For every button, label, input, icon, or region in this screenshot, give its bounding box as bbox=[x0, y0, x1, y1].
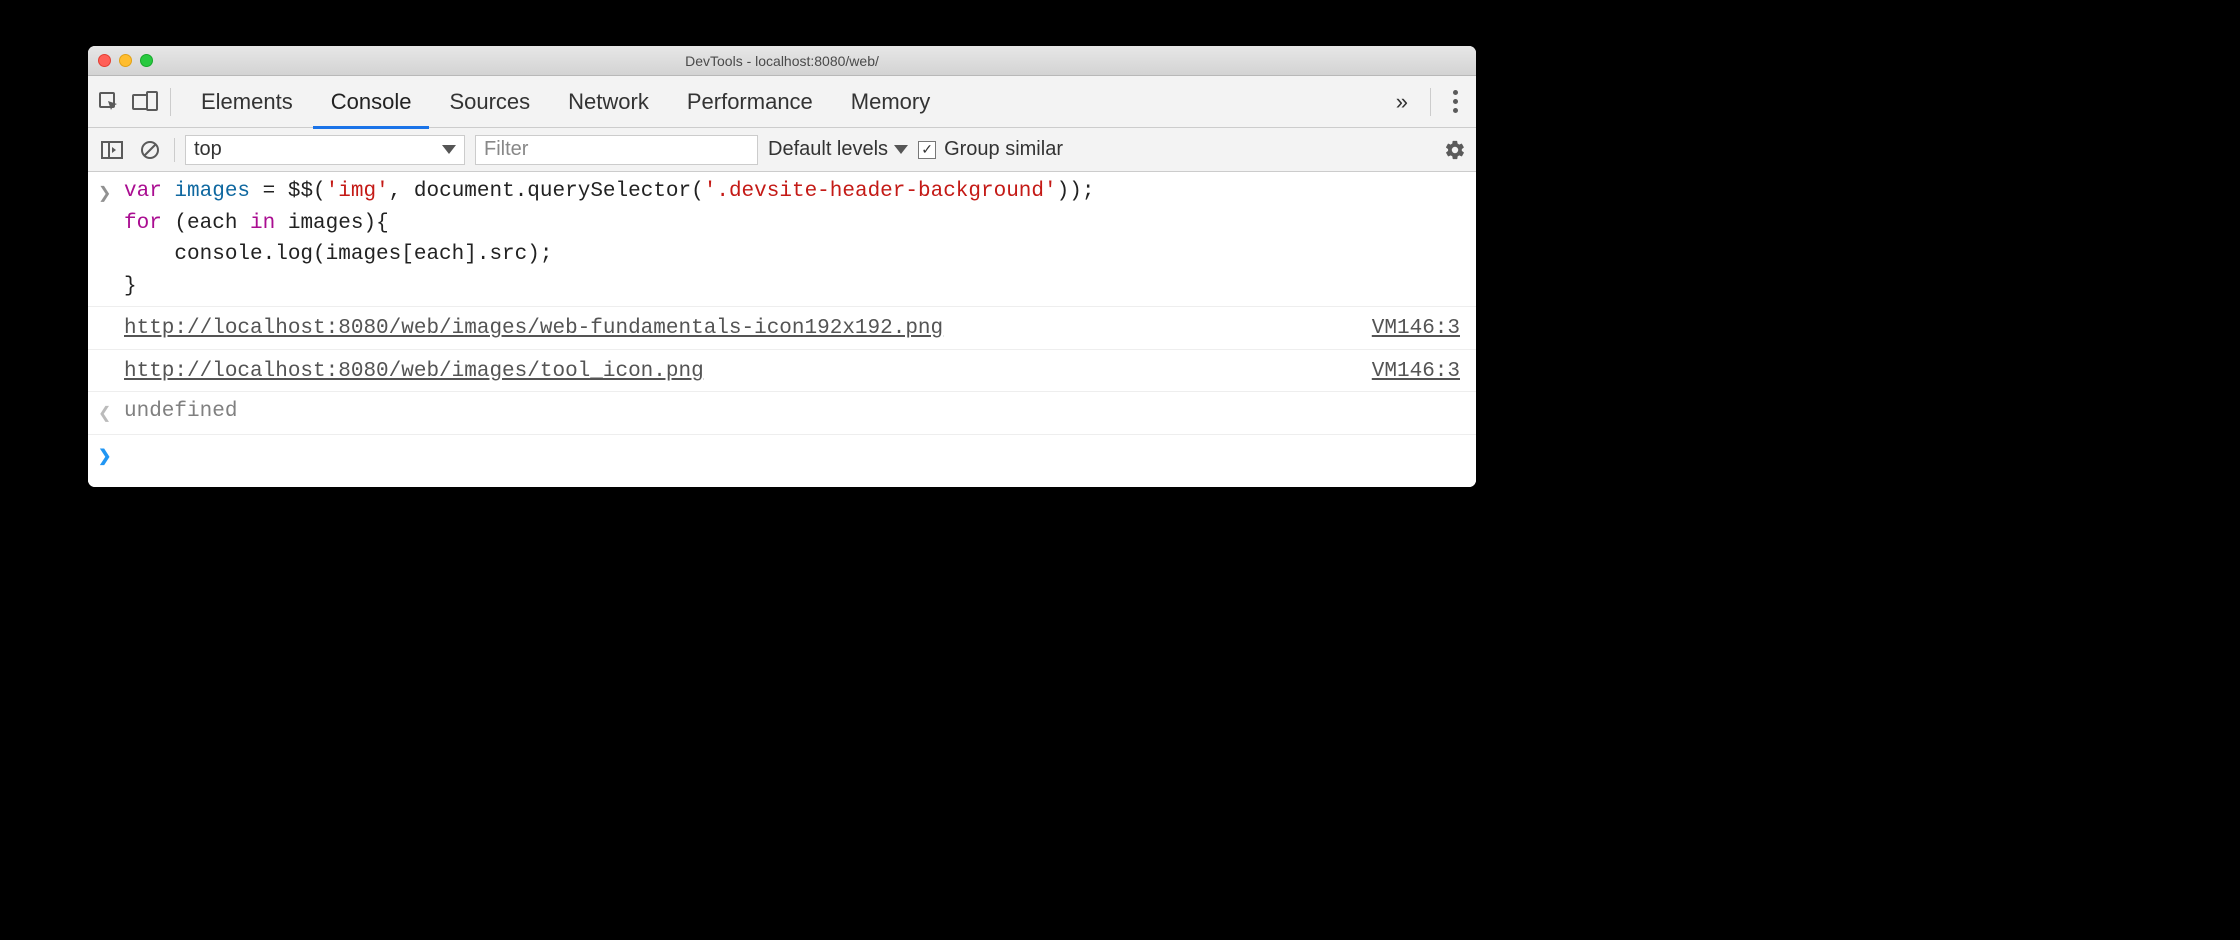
log-levels-select[interactable]: Default levels bbox=[768, 138, 908, 161]
code-token: } bbox=[124, 275, 137, 298]
checkbox-checked-icon: ✓ bbox=[918, 141, 936, 159]
code-token: = $$( bbox=[250, 180, 326, 203]
code-token: (each bbox=[162, 212, 250, 235]
code-token: images){ bbox=[275, 212, 388, 235]
code-token: for bbox=[124, 212, 162, 235]
tab-label: Sources bbox=[449, 89, 530, 115]
tab-elements[interactable]: Elements bbox=[183, 76, 311, 128]
logged-url-link[interactable]: http://localhost:8080/web/images/web-fun… bbox=[124, 313, 943, 345]
tab-network[interactable]: Network bbox=[550, 76, 667, 128]
tab-memory[interactable]: Memory bbox=[833, 76, 948, 128]
separator bbox=[174, 138, 175, 162]
code-token: '.devsite-header-background' bbox=[704, 180, 1057, 203]
code-token: var bbox=[124, 180, 162, 203]
group-similar-label: Group similar bbox=[944, 138, 1063, 161]
console-toolbar: top Default levels ✓ Group similar bbox=[88, 128, 1476, 172]
customize-devtools-menu-icon[interactable] bbox=[1443, 84, 1468, 119]
toggle-console-sidebar-icon[interactable] bbox=[98, 136, 126, 164]
code-token: images bbox=[174, 180, 250, 203]
minimize-window-button[interactable] bbox=[119, 54, 132, 67]
console-input-echo: var images = $$('img', document.querySel… bbox=[88, 172, 1476, 307]
code-token: )); bbox=[1057, 180, 1095, 203]
source-link[interactable]: VM146:3 bbox=[1372, 313, 1460, 345]
window-title: DevTools - localhost:8080/web/ bbox=[88, 53, 1476, 69]
zoom-window-button[interactable] bbox=[140, 54, 153, 67]
tab-label: Memory bbox=[851, 89, 930, 115]
tab-label: Performance bbox=[687, 89, 813, 115]
filter-input[interactable] bbox=[475, 135, 758, 165]
close-window-button[interactable] bbox=[98, 54, 111, 67]
clear-console-icon[interactable] bbox=[136, 136, 164, 164]
window-controls bbox=[88, 54, 153, 67]
console-settings-icon[interactable] bbox=[1444, 139, 1466, 161]
tab-sources[interactable]: Sources bbox=[431, 76, 548, 128]
tab-label: Elements bbox=[201, 89, 293, 115]
devtools-window: DevTools - localhost:8080/web/ Elements … bbox=[88, 46, 1476, 487]
tab-label: Network bbox=[568, 89, 649, 115]
code-token: , document.querySelector( bbox=[389, 180, 704, 203]
input-chevron-icon bbox=[98, 182, 111, 202]
tab-performance[interactable]: Performance bbox=[669, 76, 831, 128]
more-tabs-button[interactable]: » bbox=[1386, 89, 1418, 115]
separator bbox=[170, 88, 171, 116]
code-token: console.log(images[each].src); bbox=[124, 243, 552, 266]
return-value: undefined bbox=[124, 400, 237, 423]
dropdown-caret-icon bbox=[894, 145, 908, 154]
inspect-element-icon[interactable] bbox=[92, 85, 126, 119]
tab-label: Console bbox=[331, 89, 412, 115]
titlebar: DevTools - localhost:8080/web/ bbox=[88, 46, 1476, 76]
console-log-row: http://localhost:8080/web/images/tool_ic… bbox=[88, 350, 1476, 393]
group-similar-toggle[interactable]: ✓ Group similar bbox=[918, 138, 1063, 161]
logged-url-link[interactable]: http://localhost:8080/web/images/tool_ic… bbox=[124, 356, 704, 388]
console-return-row: undefined bbox=[88, 392, 1476, 435]
console-log-row: http://localhost:8080/web/images/web-fun… bbox=[88, 307, 1476, 350]
execution-context-select[interactable]: top bbox=[185, 135, 465, 165]
source-link[interactable]: VM146:3 bbox=[1372, 356, 1460, 388]
prompt-chevron-icon bbox=[98, 445, 111, 465]
tab-console[interactable]: Console bbox=[313, 76, 430, 128]
code-block[interactable]: var images = $$('img', document.querySel… bbox=[124, 176, 1460, 302]
output-chevron-icon bbox=[98, 402, 111, 422]
console-messages: var images = $$('img', document.querySel… bbox=[88, 172, 1476, 487]
code-token: in bbox=[250, 212, 275, 235]
levels-label: Default levels bbox=[768, 138, 888, 161]
dropdown-caret-icon bbox=[442, 145, 456, 154]
console-prompt-row[interactable] bbox=[88, 435, 1476, 487]
code-token: 'img' bbox=[326, 180, 389, 203]
toggle-device-toolbar-icon[interactable] bbox=[128, 85, 162, 119]
context-value: top bbox=[194, 138, 222, 161]
panel-tabs: Elements Console Sources Network Perform… bbox=[88, 76, 1476, 128]
separator bbox=[1430, 88, 1431, 116]
